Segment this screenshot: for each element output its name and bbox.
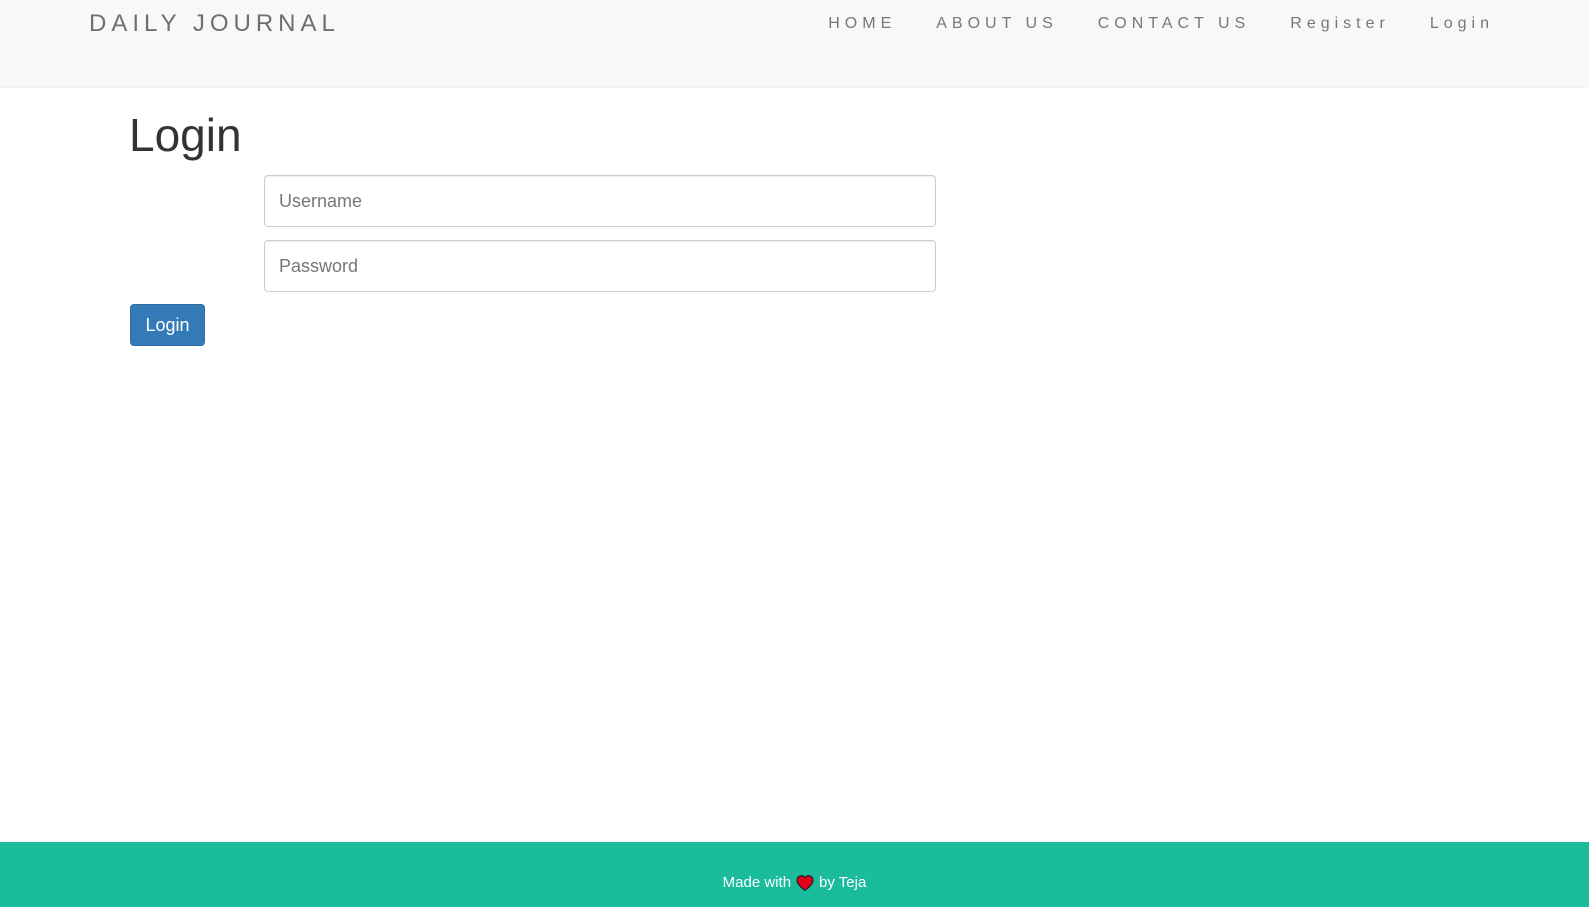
nav-link-register[interactable]: Register	[1290, 15, 1390, 32]
nav-link-home[interactable]: HOME	[828, 15, 896, 32]
password-input[interactable]	[264, 240, 936, 292]
nav-item-about-us: ABOUT US	[936, 15, 1058, 33]
nav-links: HOME ABOUT US CONTACT US Register Login	[788, 15, 1494, 33]
login-submit-button[interactable]: Login	[130, 304, 205, 346]
heart-icon	[796, 874, 814, 891]
footer-suffix-text: by Teja	[819, 874, 867, 891]
nav-item-home: HOME	[828, 15, 896, 33]
username-input[interactable]	[264, 175, 936, 227]
nav-item-register: Register	[1290, 15, 1390, 33]
nav-item-contact-us: CONTACT US	[1098, 15, 1251, 33]
nav-link-contact-us[interactable]: CONTACT US	[1098, 15, 1251, 32]
nav-link-about-us[interactable]: ABOUT US	[936, 15, 1058, 32]
navbar: DAILY JOURNAL HOME ABOUT US CONTACT US R…	[0, 0, 1589, 88]
page-title: Login	[129, 109, 242, 161]
nav-item-login: Login	[1430, 15, 1494, 33]
footer-credit: Made with by Teja	[0, 874, 1589, 891]
brand-logo-link[interactable]: DAILY JOURNAL	[89, 10, 340, 38]
footer: Made with by Teja	[0, 842, 1589, 907]
footer-prefix-text: Made with	[722, 874, 792, 891]
nav-link-login[interactable]: Login	[1430, 15, 1494, 32]
